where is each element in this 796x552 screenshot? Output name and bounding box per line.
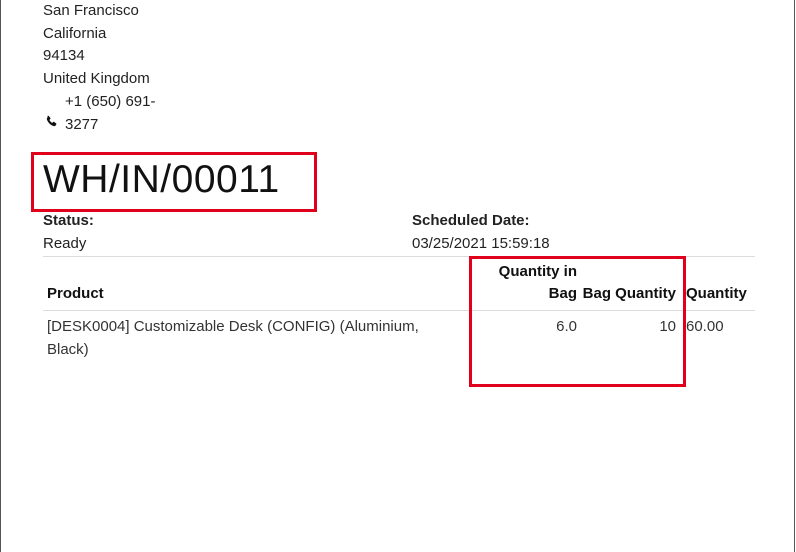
scheduled-date-label: Scheduled Date:: [412, 212, 530, 229]
title-highlight-box: [31, 152, 317, 212]
phone-icon: [46, 115, 57, 127]
status-value: Ready: [43, 235, 87, 252]
address-zip: 94134: [43, 47, 85, 65]
column-header-product: Product: [47, 285, 104, 302]
quantity-columns-highlight-box: [469, 256, 686, 387]
address-state: California: [43, 24, 107, 42]
column-header-quantity: Quantity: [686, 285, 747, 302]
phone-number-line2: 3277: [65, 115, 99, 133]
phone-number-line1: +1 (650) 691-: [65, 93, 156, 110]
address-country: United Kingdom: [43, 70, 150, 88]
warehouse-address: San Francisco California 94134 United Ki…: [43, 0, 150, 91]
status-label: Status:: [43, 212, 94, 229]
product-name-line1: [DESK0004] Customizable Desk (CONFIG) (A…: [47, 318, 419, 335]
address-city: San Francisco: [43, 2, 139, 19]
quantity-value: 60.00: [686, 318, 724, 335]
product-name-line2: Black): [47, 341, 89, 358]
scheduled-date-value: 03/25/2021 15:59:18: [412, 235, 550, 252]
